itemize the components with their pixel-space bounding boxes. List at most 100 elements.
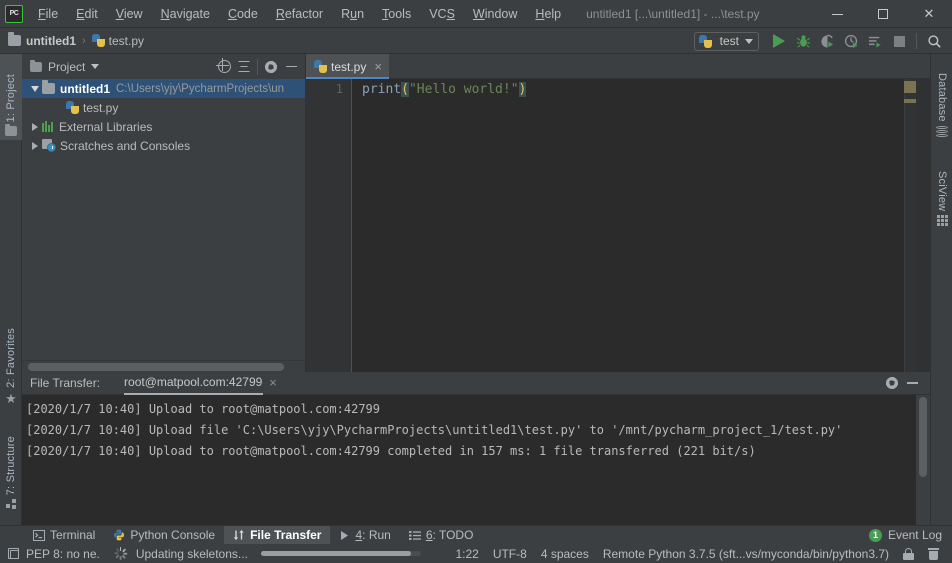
file-transfer-scrollbar[interactable] [916, 395, 930, 525]
bottom-item-run[interactable]: 4: Run [330, 526, 399, 545]
menu-window[interactable]: Window [464, 3, 526, 25]
editor-code-area[interactable]: 1 print("Hello world!") [306, 79, 930, 372]
menu-edit[interactable]: Edit [67, 3, 107, 25]
file-transfer-actions [882, 373, 930, 393]
sidebar-item-favorites[interactable]: ★ 2: Favorites [0, 309, 22, 409]
project-horizontal-scrollbar[interactable] [22, 360, 305, 372]
menu-run[interactable]: Run [332, 3, 373, 25]
warning-stripe-marker[interactable] [904, 99, 916, 103]
tree-row-testpy[interactable]: test.py [22, 98, 305, 117]
expand-arrow-icon[interactable] [28, 122, 42, 131]
debug-button[interactable] [792, 30, 814, 52]
close-icon[interactable]: × [269, 376, 277, 389]
search-everywhere-button[interactable] [923, 30, 945, 52]
sidebar-item-database[interactable]: Database [931, 56, 952, 142]
run-icon [773, 34, 785, 48]
bottom-item-label: 4: Run [355, 528, 391, 542]
settings-gear-button[interactable] [882, 373, 902, 393]
menu-view[interactable]: View [107, 3, 152, 25]
code-string-literal: "Hello world!" [408, 82, 519, 97]
hide-panel-button[interactable] [281, 57, 301, 77]
editor-tab-testpy[interactable]: test.py × [306, 54, 389, 79]
settings-gear-button[interactable] [261, 57, 281, 77]
left-tool-strip: 1: Project ★ 2: Favorites 7: Structure [0, 54, 22, 525]
scrollbar-thumb[interactable] [28, 363, 284, 371]
run-configuration-selector[interactable]: test [693, 31, 759, 51]
project-tree[interactable]: untitled1 C:\Users\yjy\PycharmProjects\u… [22, 79, 305, 360]
inspection-widget[interactable] [0, 548, 26, 559]
run-with-coverage-button[interactable] [816, 30, 838, 52]
close-button[interactable]: ✕ [906, 0, 952, 28]
indent-widget[interactable]: 4 spaces [534, 547, 596, 561]
menu-file[interactable]: File [29, 3, 67, 25]
profiler-clock-icon [844, 34, 858, 48]
lock-toggle-button[interactable] [896, 547, 921, 560]
minimize-icon [285, 65, 297, 68]
collapse-all-icon [238, 60, 250, 73]
breadcrumb-separator: › [82, 34, 86, 47]
menu-help[interactable]: Help [526, 3, 570, 25]
todo-list-icon [408, 530, 421, 541]
bottom-item-file-transfer[interactable]: File Transfer [224, 525, 331, 545]
inspection-status-marker [904, 81, 916, 93]
editor-code-text[interactable]: print("Hello world!") [352, 79, 930, 372]
project-panel-actions [214, 57, 305, 77]
close-icon[interactable]: × [374, 60, 382, 73]
inspection-status[interactable]: PEP 8: no ne. [26, 547, 107, 561]
run-toolbar: test [693, 28, 952, 54]
editor-vertical-scrollbar[interactable] [916, 79, 930, 372]
tree-row-external-libraries[interactable]: External Libraries [22, 117, 305, 136]
scrollbar-thumb[interactable] [919, 397, 927, 477]
chevron-down-icon [745, 38, 753, 44]
select-opened-file-button[interactable] [214, 57, 234, 77]
maximize-button[interactable] [860, 0, 906, 28]
editor-marker-gutter[interactable] [904, 79, 916, 372]
encoding-widget[interactable]: UTF-8 [486, 547, 534, 561]
profile-button[interactable] [840, 30, 862, 52]
project-panel-title: Project [48, 59, 86, 74]
background-progress-bar [260, 551, 421, 556]
menu-refactor[interactable]: Refactor [267, 3, 332, 25]
sidebar-item-project[interactable]: 1: Project [0, 54, 22, 140]
stop-button[interactable] [888, 30, 910, 52]
expand-arrow-icon[interactable] [28, 141, 42, 150]
editor-tab-bar-empty [388, 54, 930, 79]
python-file-icon [314, 60, 327, 73]
caret-position[interactable]: 1:22 [448, 547, 485, 561]
menu-code[interactable]: Code [219, 3, 267, 25]
bottom-item-python-console[interactable]: Python Console [104, 526, 224, 545]
event-log-button[interactable]: 1 Event Log [868, 528, 952, 542]
expand-arrow-icon[interactable] [28, 85, 42, 92]
menu-navigate[interactable]: Navigate [152, 3, 219, 25]
background-task-label: Updating skeletons... [135, 546, 248, 561]
bottom-item-label: File Transfer [250, 528, 322, 542]
trash-icon [928, 547, 939, 560]
bottom-item-terminal[interactable]: Terminal [24, 526, 104, 545]
breadcrumb-item-project[interactable]: untitled1 [8, 32, 76, 48]
sidebar-item-sciview[interactable]: SciView [931, 152, 952, 230]
tree-row-untitled1[interactable]: untitled1 C:\Users\yjy\PycharmProjects\u… [22, 79, 305, 98]
lock-icon [903, 547, 914, 560]
file-transfer-log[interactable]: [2020/1/7 10:40] Upload to root@matpool.… [22, 395, 930, 525]
run-button[interactable] [768, 30, 790, 52]
run-with-concurrency-diagram-button[interactable] [864, 30, 886, 52]
interpreter-widget[interactable]: Remote Python 3.7.5 (sft...vs/myconda/bi… [596, 547, 896, 561]
memory-trash-button[interactable] [921, 547, 946, 560]
collapse-all-button[interactable] [234, 57, 254, 77]
background-task-widget[interactable] [107, 547, 134, 560]
editor-gutter[interactable]: 1 [306, 79, 352, 372]
hide-panel-button[interactable] [902, 373, 922, 393]
grid-icon [936, 215, 948, 226]
menu-vcs[interactable]: VCS [420, 3, 464, 25]
sidebar-item-structure[interactable]: 7: Structure [0, 414, 22, 514]
menu-tools[interactable]: Tools [373, 3, 420, 25]
tree-row-label: Scratches and Consoles [60, 138, 191, 153]
tree-row-scratches-and-consoles[interactable]: Scratches and Consoles [22, 136, 305, 155]
coverage-icon [820, 34, 833, 48]
file-transfer-connection-tab[interactable]: root@matpool.com:42799 × [124, 375, 277, 395]
bottom-item-todo[interactable]: 6: TODO [400, 526, 483, 545]
window-title: untitled1 [...\untitled1] - ...\test.py [586, 6, 760, 21]
chevron-down-icon[interactable] [91, 64, 100, 69]
breadcrumb-item-file[interactable]: test.py [91, 34, 144, 48]
minimize-button[interactable] [814, 0, 860, 28]
